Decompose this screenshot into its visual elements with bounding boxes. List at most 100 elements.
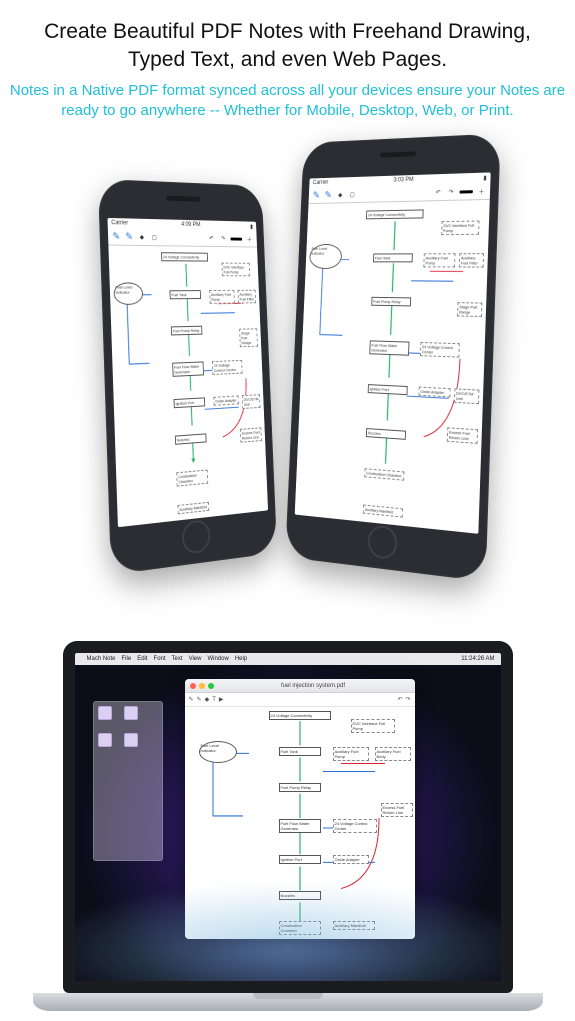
menu-app[interactable]: Mach Note (87, 656, 116, 662)
diagram-box: Fuel Pump Relay (171, 326, 203, 336)
add-icon[interactable]: ＋ (476, 186, 486, 196)
phone-small-screen: Carrier 4:09 PM ▮ ✎ ✎ ◆ ▢ ↶ ↷ ＋ (107, 218, 268, 527)
tool-shape-icon[interactable]: ◆ (205, 696, 210, 703)
tool-marker-icon[interactable]: ✎ (197, 696, 202, 703)
clock-label: 3:03 PM (393, 177, 413, 185)
menu-file[interactable]: File (122, 656, 132, 662)
diagram-box: Excess Fuel Return Line (447, 427, 478, 444)
diagram-box: 24 Voltage Connectivity (269, 711, 331, 720)
diagram-box: DVC Interface Full Pump (441, 221, 479, 236)
diagram-box: Auxiliary Fuel Pump (333, 747, 369, 761)
pen-icon[interactable]: ✎ (112, 232, 122, 242)
window-title: fuel injection system.pdf (217, 683, 410, 689)
diagram-box: Ignition Port (279, 855, 321, 864)
diagram-box: Fuel Level Indicator (199, 741, 237, 763)
marker-icon[interactable]: ✎ (324, 191, 333, 201)
laptop-screen: Mach Note File Edit Font Text View Windo… (75, 653, 501, 981)
undo-icon[interactable]: ↶ (433, 188, 443, 198)
diagram-box: Fuel Tank (169, 290, 201, 299)
diagram-box: DVC/ETM Unit (242, 394, 261, 409)
diagram-box: Fuel Pump Relay (371, 297, 411, 307)
diagram-box: 24 Voltage Control Center (333, 819, 377, 833)
color-swatch[interactable] (460, 190, 473, 193)
note-canvas[interactable]: 24 Voltage Connectivity DVC Interface Fu… (295, 200, 490, 533)
diagram-box: Auxiliary Fuel Filter (238, 290, 257, 304)
diagram-box: Auxiliary Fuel Filter (459, 253, 484, 267)
menu-text[interactable]: Text (172, 656, 183, 662)
diagram-box: 24 Voltage Connectivity (366, 210, 424, 220)
tool-undo-icon[interactable]: ↶ (397, 696, 402, 703)
menu-edit[interactable]: Edit (137, 656, 147, 662)
diagram-box: Fuel Flow Water Generator (369, 341, 409, 356)
phone-small: Carrier 4:09 PM ▮ ✎ ✎ ◆ ▢ ↶ ↷ ＋ (98, 179, 277, 575)
diagram-box: Auxiliary Fuel Pump (423, 253, 455, 267)
diagram-box: Excess Fuel Return Line (240, 428, 262, 443)
phone-mockups: Carrier 4:09 PM ▮ ✎ ✎ ◆ ▢ ↶ ↷ ＋ (0, 131, 575, 561)
phone-large-screen: Carrier 3:03 PM ▮ ✎ ✎ ◆ ▢ ↶ ↷ ＋ (295, 173, 491, 534)
battery-icon: ▮ (483, 175, 486, 182)
diagram-box: Auxiliary Fuel Body (375, 747, 411, 761)
diagram-box: DVC Interface Full Pump (351, 719, 395, 733)
clock-label: 4:09 PM (181, 222, 200, 229)
menubar-clock: 11:24:26 AM (461, 656, 494, 662)
tool-text-icon[interactable]: T (212, 697, 216, 703)
menu-window[interactable]: Window (207, 656, 228, 662)
square-icon[interactable]: ▢ (150, 233, 159, 243)
zoom-icon[interactable] (208, 683, 214, 689)
diagram-box: DVC Interface Full Pump (222, 263, 251, 277)
panel-thumb[interactable] (124, 706, 138, 720)
diagram-box: Fuel Flow Water Generator (172, 362, 204, 377)
diagram-box: Fuel Tank (279, 747, 321, 756)
diagram-box: Auxiliary Fuel Pump (209, 290, 235, 304)
menu-view[interactable]: View (189, 656, 202, 662)
note-canvas[interactable]: 24 Voltage Connectivity DVC Interface Fu… (108, 246, 268, 527)
shape-icon[interactable]: ◆ (137, 232, 146, 242)
color-swatch[interactable] (230, 238, 242, 241)
diagram-box: Fuel Tank (373, 254, 413, 263)
diagram-box: Stage Port Range (457, 302, 482, 317)
redo-icon[interactable]: ↷ (446, 187, 456, 197)
shape-icon[interactable]: ◆ (336, 190, 345, 200)
subheadline: Notes in a Native PDF format synced acro… (0, 79, 575, 132)
diagram-box: Oxide Adapter (418, 387, 450, 398)
pen-icon[interactable]: ✎ (312, 191, 321, 201)
redo-icon[interactable]: ↷ (219, 234, 228, 244)
diagram-box: DVC/ETM Unit (454, 389, 479, 405)
laptop-body: Mach Note File Edit Font Text View Windo… (63, 641, 513, 993)
diagram-box: Oxide Adapter (213, 396, 239, 406)
screen-glow (75, 881, 501, 981)
tool-play-icon[interactable]: ▶ (219, 696, 224, 703)
window-toolbar: ✎ ✎ ◆ T ▶ ↶ ↷ (185, 693, 415, 707)
phone-large: Carrier 3:03 PM ▮ ✎ ✎ ◆ ▢ ↶ ↷ ＋ (285, 134, 501, 582)
diagram-box: 24 Voltage Control Center (212, 360, 243, 375)
close-icon[interactable] (190, 683, 196, 689)
menu-font[interactable]: Font (154, 656, 166, 662)
diagram-box: Fuel Pump Relay (279, 783, 321, 792)
diagram-box: Oxide Adapter (333, 855, 369, 864)
marker-icon[interactable]: ✎ (124, 232, 133, 242)
laptop-mockup: Mach Note File Edit Font Text View Windo… (33, 641, 543, 1011)
carrier-label: Carrier (313, 180, 329, 187)
diagram-box: Excess Fuel Return Line (381, 803, 413, 817)
window-titlebar: fuel injection system.pdf (185, 679, 415, 693)
tool-pen-icon[interactable]: ✎ (189, 696, 194, 703)
panel-thumb[interactable] (124, 733, 138, 747)
laptop-base (33, 993, 543, 1011)
square-icon[interactable]: ▢ (348, 190, 357, 200)
diagram-box: 24 Voltage Connectivity (161, 252, 208, 261)
mac-menubar: Mach Note File Edit Font Text View Windo… (75, 653, 501, 665)
panel-thumb[interactable] (98, 733, 112, 747)
tool-redo-icon[interactable]: ↷ (405, 696, 410, 703)
carrier-label: Carrier (111, 220, 128, 228)
desktop-panel (93, 701, 163, 861)
panel-thumb[interactable] (98, 706, 112, 720)
diagram-box: Fuel Flow Water Generator (279, 819, 321, 833)
add-icon[interactable]: ＋ (245, 235, 254, 245)
diagram-box: 24 Voltage Control Center (420, 342, 460, 358)
undo-icon[interactable]: ↶ (207, 234, 216, 244)
minimize-icon[interactable] (199, 683, 205, 689)
headline: Create Beautiful PDF Notes with Freehand… (0, 0, 575, 79)
battery-icon: ▮ (250, 224, 253, 231)
diagram-box: Stage Port Range (239, 328, 258, 347)
menu-help[interactable]: Help (235, 656, 247, 662)
